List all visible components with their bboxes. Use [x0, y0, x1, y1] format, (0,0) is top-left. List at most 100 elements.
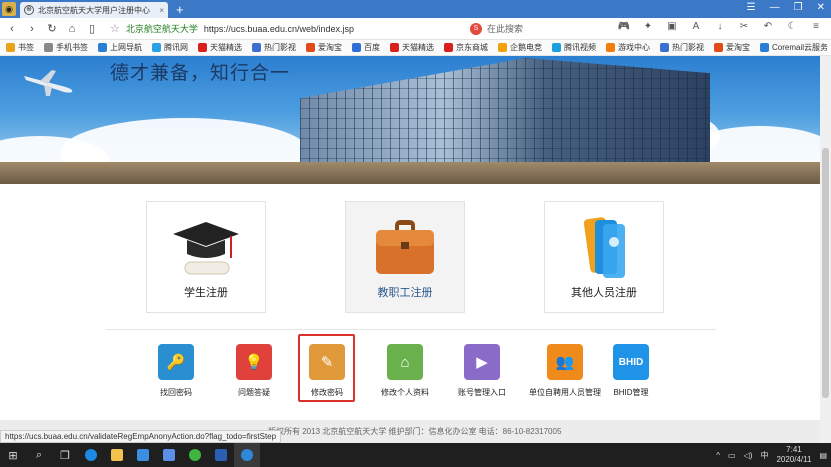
bookmarks-bar: 书签 手机书签 上网导航 腾讯网 天猫精选 热门影视 爱淘宝 百度 天猫精选 京东商城 企鹅电竞 腾讯… — [0, 40, 831, 56]
bookmark-item[interactable]: 游戏中心 — [606, 42, 650, 53]
bookmark-icon — [252, 43, 261, 52]
game-icon[interactable]: 🎮 — [617, 21, 631, 32]
airplane-icon — [24, 70, 73, 96]
tab-title: 北京航空航天大学用户注册中心 — [38, 5, 150, 15]
action-bhid[interactable]: BHID BHID管理 — [591, 344, 671, 398]
download-icon[interactable]: ↓ — [713, 21, 727, 32]
id-cards-icon — [583, 217, 625, 278]
bookmark-icon — [44, 43, 53, 52]
bookmark-label: 游戏中心 — [618, 43, 650, 52]
folder-icon[interactable] — [104, 443, 130, 467]
tab-active[interactable]: ⊕ 北京航空航天大学用户注册中心 × — [20, 2, 168, 18]
bookmark-item[interactable]: 上网导航 — [98, 42, 142, 53]
ime-icon[interactable]: 中 — [760, 450, 768, 461]
card-label: 学生注册 — [184, 287, 228, 299]
minimize-icon[interactable]: — — [770, 2, 780, 13]
home-icon[interactable]: ⌂ — [64, 23, 80, 35]
action-label: 问题答疑 — [238, 388, 270, 397]
search-box[interactable]: S 在此搜索 — [470, 21, 600, 37]
search-icon[interactable]: ⌕ — [26, 443, 52, 467]
bookmark-icon — [152, 43, 161, 52]
menu-icon[interactable]: ☰ — [747, 2, 756, 13]
bookmark-item[interactable]: Coremail云服务 — [760, 42, 828, 53]
app-icon[interactable] — [156, 443, 182, 467]
staff-register-card[interactable]: 教职工注册 — [345, 201, 465, 313]
start-icon[interactable]: ⊞ — [0, 443, 26, 467]
card-label: 其他人员注册 — [571, 287, 637, 299]
tab-close-icon[interactable]: × — [159, 6, 164, 15]
bookmark-item[interactable]: 企鹅电竞 — [498, 42, 542, 53]
bookmark-item[interactable]: 爱淘宝 — [306, 42, 342, 53]
tab-bar: ◉ ⊕ 北京航空航天大学用户注册中心 × + ☰ — ❐ ✕ — [0, 0, 831, 18]
status-url: https://ucs.buaa.edu.cn/validateRegEmpAn… — [0, 430, 282, 443]
bookmark-item[interactable]: 天猫精选 — [198, 42, 242, 53]
scissors-icon[interactable]: ✂ — [737, 21, 751, 32]
action-row: 🔑 找回密码 💡 问题答疑 ✎ 修改密码 ⌂ 修改个人资料 ▶ 账号管理入口 👥 单位自聘用人员管理 B… — [0, 344, 820, 404]
bookmark-label: 腾讯网 — [164, 43, 188, 52]
key-icon: 🔑 — [158, 344, 194, 380]
bookmark-item[interactable]: 热门影视 — [252, 42, 296, 53]
divider — [106, 329, 716, 330]
volume-icon[interactable]: ◁) — [744, 451, 753, 460]
mail-icon[interactable] — [130, 443, 156, 467]
bookmark-item[interactable]: 书签 — [6, 42, 34, 53]
action-play[interactable]: ▶ 账号管理入口 — [442, 344, 522, 398]
action-key[interactable]: 🔑 找回密码 — [136, 344, 216, 398]
bookmark-label: 热门影视 — [264, 43, 296, 52]
action-home[interactable]: ⌂ 修改个人资料 — [365, 344, 445, 398]
bookmark-item[interactable]: 热门影视 — [660, 42, 704, 53]
bookmark-label: 手机书签 — [56, 43, 88, 52]
scrollbar[interactable] — [820, 56, 831, 443]
bookmark-item[interactable]: 爱淘宝 — [714, 42, 750, 53]
browser-task-icon[interactable] — [234, 443, 260, 467]
reader-icon[interactable]: ▯ — [84, 22, 100, 35]
bookmark-item[interactable]: 百度 — [352, 42, 380, 53]
wechat-icon[interactable] — [182, 443, 208, 467]
close-window-icon[interactable]: ✕ — [817, 2, 825, 13]
edge-icon[interactable] — [78, 443, 104, 467]
search-engine-icon[interactable]: S — [470, 22, 482, 35]
notification-icon[interactable]: ▤ — [819, 451, 827, 460]
play-icon: ▶ — [464, 344, 500, 380]
bookmark-item[interactable]: 腾讯网 — [152, 42, 188, 53]
action-label: 修改个人资料 — [381, 388, 429, 397]
users-icon: 👥 — [547, 344, 583, 380]
other-register-card[interactable]: 其他人员注册 — [544, 201, 664, 313]
bookmark-item[interactable]: 腾讯视频 — [552, 42, 596, 53]
undo-icon[interactable]: ↶ — [761, 21, 775, 32]
translate-icon[interactable]: ✦ — [641, 21, 655, 32]
bag-icon[interactable]: ▣ — [665, 21, 679, 32]
more-icon[interactable]: ≡ — [809, 21, 823, 32]
action-label: BHID管理 — [613, 388, 649, 397]
favorite-star-icon[interactable]: ☆ — [110, 22, 120, 35]
action-lightbulb[interactable]: 💡 问题答疑 — [214, 344, 294, 398]
bookmark-label: 京东商城 — [456, 43, 488, 52]
task-view-icon[interactable]: ❐ — [52, 443, 78, 467]
reload-icon[interactable]: ↻ — [44, 22, 60, 35]
bookmark-label: 爱淘宝 — [726, 43, 750, 52]
network-icon[interactable]: ▭ — [728, 451, 736, 460]
url-field[interactable]: ☆ 北京航空航天大学 https://ucs.buaa.edu.cn/web/i… — [110, 20, 430, 37]
browser-logo-icon[interactable]: ◉ — [2, 2, 16, 16]
search-placeholder: 在此搜索 — [487, 24, 524, 34]
bookmark-item[interactable]: 京东商城 — [444, 42, 488, 53]
scrollbar-thumb[interactable] — [822, 148, 829, 398]
bookmark-item[interactable]: 天猫精选 — [390, 42, 434, 53]
new-tab-icon[interactable]: + — [176, 2, 184, 17]
clock[interactable]: 7:41 2020/4/11 — [776, 445, 811, 465]
back-icon[interactable]: ‹ — [4, 23, 20, 35]
bookmark-icon — [352, 43, 361, 52]
bookmark-item[interactable]: 手机书签 — [44, 42, 88, 53]
bookmark-icon — [552, 43, 561, 52]
moon-icon[interactable]: ☾ — [785, 21, 799, 32]
bookmark-icon — [714, 43, 723, 52]
bhid-icon: BHID — [613, 344, 649, 380]
maximize-icon[interactable]: ❐ — [794, 2, 803, 13]
tray-up-icon[interactable]: ^ — [716, 451, 720, 460]
bookmark-label: 书签 — [18, 43, 34, 52]
forward-icon[interactable]: › — [24, 23, 40, 35]
word-icon[interactable] — [208, 443, 234, 467]
bookmark-icon — [760, 43, 769, 52]
student-register-card[interactable]: 学生注册 — [146, 201, 266, 313]
pdf-icon[interactable]: A — [689, 21, 703, 32]
